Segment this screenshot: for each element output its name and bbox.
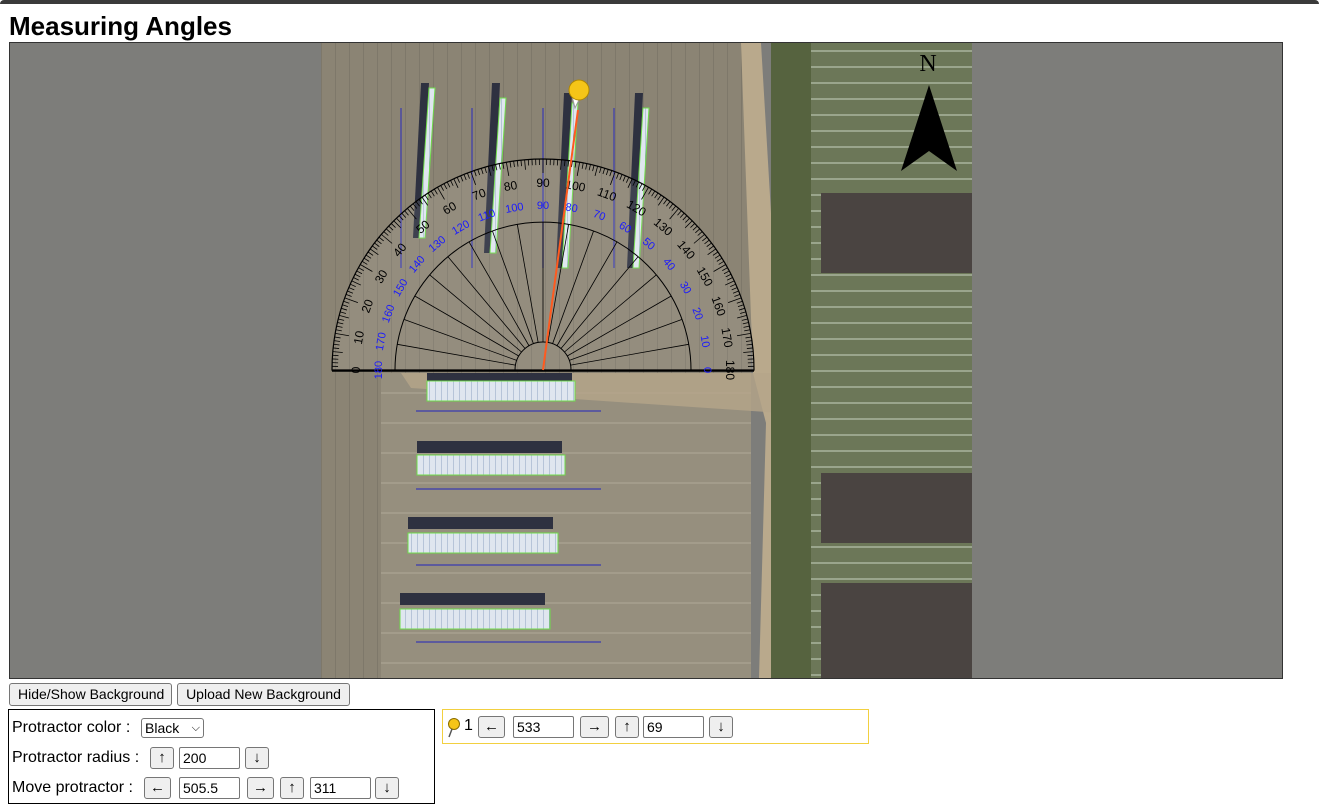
pin-move-down-button[interactable]: ↓	[709, 716, 733, 738]
protractor-radius-label: Protractor radius :	[12, 749, 140, 766]
protractor-outer-label: 0	[349, 366, 363, 373]
protractor-outer-label: 10	[351, 329, 367, 345]
move-x-input[interactable]	[179, 777, 240, 799]
move-y-input[interactable]	[310, 777, 371, 799]
pin-y-input[interactable]	[643, 716, 704, 738]
radius-input[interactable]	[179, 747, 240, 769]
pin-number: 1	[464, 717, 473, 734]
protractor-inner-label: 0	[701, 367, 713, 373]
upload-background-button[interactable]: Upload New Background	[177, 683, 350, 706]
protractor-outer-label: 80	[503, 178, 519, 194]
protractor-inner-label: 80	[564, 201, 578, 215]
window-top-bar	[0, 0, 1319, 4]
protractor-outer-label: 180	[723, 360, 737, 380]
radius-decrease-button[interactable]: ↓	[245, 747, 269, 769]
chevron-down-icon: ⌵	[191, 722, 200, 734]
protractor-color-value: Black	[145, 720, 180, 736]
pin-x-input[interactable]	[513, 716, 574, 738]
protractor-controls-panel: Protractor color : Black ⌵ Protractor ra…	[8, 709, 435, 804]
pin-move-up-button[interactable]: ↑	[615, 716, 639, 738]
move-right-button[interactable]: →	[247, 777, 274, 799]
protractor-color-select[interactable]: Black ⌵	[141, 718, 204, 738]
protractor-overlay[interactable]: 010203040506070 80 90 100 110120130140150160…	[10, 43, 1282, 678]
protractor-inner-label: 10	[698, 334, 712, 348]
move-protractor-label: Move protractor :	[12, 779, 133, 796]
pin-move-right-button[interactable]: →	[580, 716, 609, 738]
move-down-button[interactable]: ↓	[375, 777, 399, 799]
map-pin-icon	[568, 79, 590, 101]
measurement-canvas[interactable]: N 0 10 20 30 40 50 60 70 80 90 100 110 120 130 140 150 1…	[9, 42, 1283, 679]
page-title: Measuring Angles	[9, 11, 232, 41]
protractor-inner-label: 90	[537, 200, 549, 212]
move-up-button[interactable]: ↑	[280, 777, 304, 799]
protractor-inner-label: 180	[373, 361, 385, 379]
map-pin-icon	[448, 718, 460, 738]
pin-move-left-button[interactable]: ←	[478, 716, 505, 738]
radius-increase-button[interactable]: ↑	[150, 747, 174, 769]
protractor-outer-label: 90	[536, 176, 550, 190]
move-left-button[interactable]: ←	[144, 777, 171, 799]
protractor-color-label: Protractor color :	[12, 719, 131, 736]
pin-controls-panel: 1 ← → ↑ ↓	[442, 709, 869, 744]
toggle-background-button[interactable]: Hide/Show Background	[9, 683, 172, 706]
